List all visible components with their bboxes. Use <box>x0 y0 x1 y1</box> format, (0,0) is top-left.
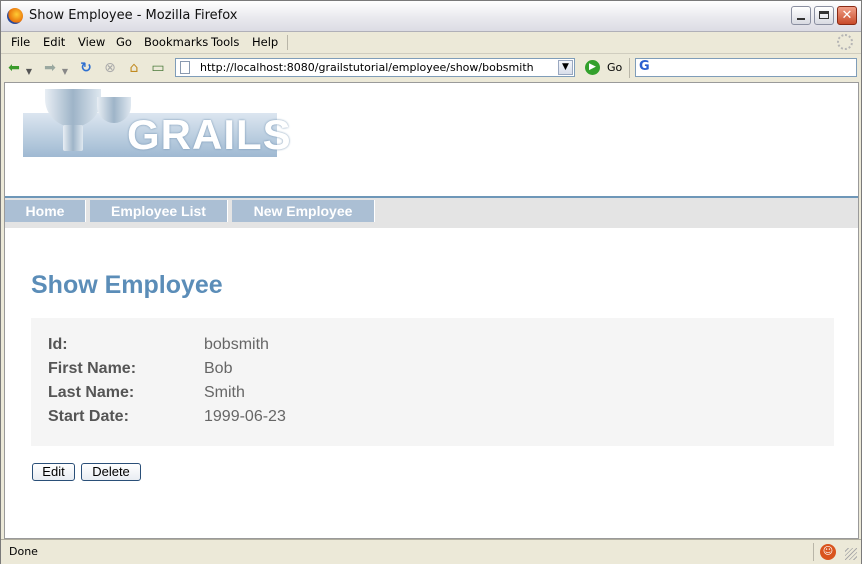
maximize-button[interactable] <box>814 6 834 25</box>
status-text: Done <box>9 545 38 558</box>
reload-icon[interactable]: ↻ <box>77 59 95 77</box>
menu-help[interactable]: Help <box>252 35 278 49</box>
app-nav-bar: Home Employee List New Employee <box>5 196 858 228</box>
go-button-label[interactable]: Go <box>607 61 622 74</box>
window-title: Show Employee - Mozilla Firefox <box>29 8 238 23</box>
menu-tools[interactable]: Tools <box>211 35 239 49</box>
url-bar[interactable]: http://localhost:8080/grailstutorial/emp… <box>175 58 575 77</box>
back-arrow-icon[interactable]: ⬅ <box>5 59 23 77</box>
nav-home-link[interactable]: Home <box>5 200 86 222</box>
url-dropdown-icon[interactable]: ▼ <box>558 60 573 75</box>
greasemonkey-icon[interactable]: ☺ <box>820 544 836 560</box>
toolbar-separator <box>629 58 630 78</box>
page-content: GRAILS Home Employee List New Employee S… <box>4 82 859 539</box>
field-value: Smith <box>204 384 245 401</box>
menu-bar: File Edit View Go Bookmarks Tools Help <box>1 32 861 54</box>
field-label: Start Date: <box>48 408 129 425</box>
menu-separator <box>287 35 288 50</box>
field-value: Bob <box>204 360 233 377</box>
go-icon[interactable]: ▶ <box>585 60 600 75</box>
page-title: Show Employee <box>31 271 223 299</box>
employee-detail-panel: Id: bobsmith First Name: Bob Last Name: … <box>31 318 834 446</box>
forward-arrow-icon[interactable]: ➡ <box>41 59 59 77</box>
nav-employee-list-link[interactable]: Employee List <box>90 200 228 222</box>
minimize-button[interactable] <box>791 6 811 25</box>
title-bar: Show Employee - Mozilla Firefox ✕ <box>1 1 861 32</box>
status-separator <box>813 543 814 561</box>
new-window-icon[interactable]: ▭ <box>149 59 167 77</box>
status-bar: Done ☺ <box>1 539 861 564</box>
field-label: First Name: <box>48 360 137 377</box>
field-label: Last Name: <box>48 384 135 401</box>
edit-button[interactable]: Edit <box>32 463 75 481</box>
search-input[interactable]: G <box>635 58 857 77</box>
menu-view[interactable]: View <box>78 35 105 49</box>
navigation-toolbar: ⬅ ▼ ➡ ▼ ↻ ⊗ ⌂ ▭ http://localhost:8080/gr… <box>1 54 861 82</box>
firefox-icon <box>7 8 23 24</box>
back-dropdown-icon[interactable]: ▼ <box>25 63 33 76</box>
maximize-icon <box>819 11 829 19</box>
nav-new-employee-link[interactable]: New Employee <box>232 200 375 222</box>
menu-bookmarks[interactable]: Bookmarks <box>144 35 208 49</box>
google-search-icon[interactable]: G <box>639 60 653 74</box>
throbber-icon <box>837 34 853 50</box>
minimize-icon <box>797 18 805 20</box>
browser-window: Show Employee - Mozilla Firefox ✕ File E… <box>0 0 862 564</box>
forward-dropdown-icon[interactable]: ▼ <box>61 63 69 76</box>
field-value: bobsmith <box>204 336 269 353</box>
logo-cup-stem-icon <box>63 125 83 151</box>
stop-icon[interactable]: ⊗ <box>101 59 119 77</box>
grails-logo[interactable]: GRAILS <box>23 85 291 165</box>
page-icon <box>180 61 190 74</box>
field-label: Id: <box>48 336 68 353</box>
menu-file[interactable]: File <box>11 35 30 49</box>
resize-grip-icon[interactable] <box>845 548 857 560</box>
close-icon: ✕ <box>841 8 853 23</box>
menu-edit[interactable]: Edit <box>43 35 65 49</box>
menu-go[interactable]: Go <box>116 35 132 49</box>
logo-text: GRAILS <box>127 111 292 158</box>
url-text[interactable]: http://localhost:8080/grailstutorial/emp… <box>200 61 534 74</box>
delete-button[interactable]: Delete <box>81 463 141 481</box>
home-icon[interactable]: ⌂ <box>125 59 143 77</box>
field-value: 1999-06-23 <box>204 408 286 425</box>
close-window-button[interactable]: ✕ <box>837 6 857 25</box>
